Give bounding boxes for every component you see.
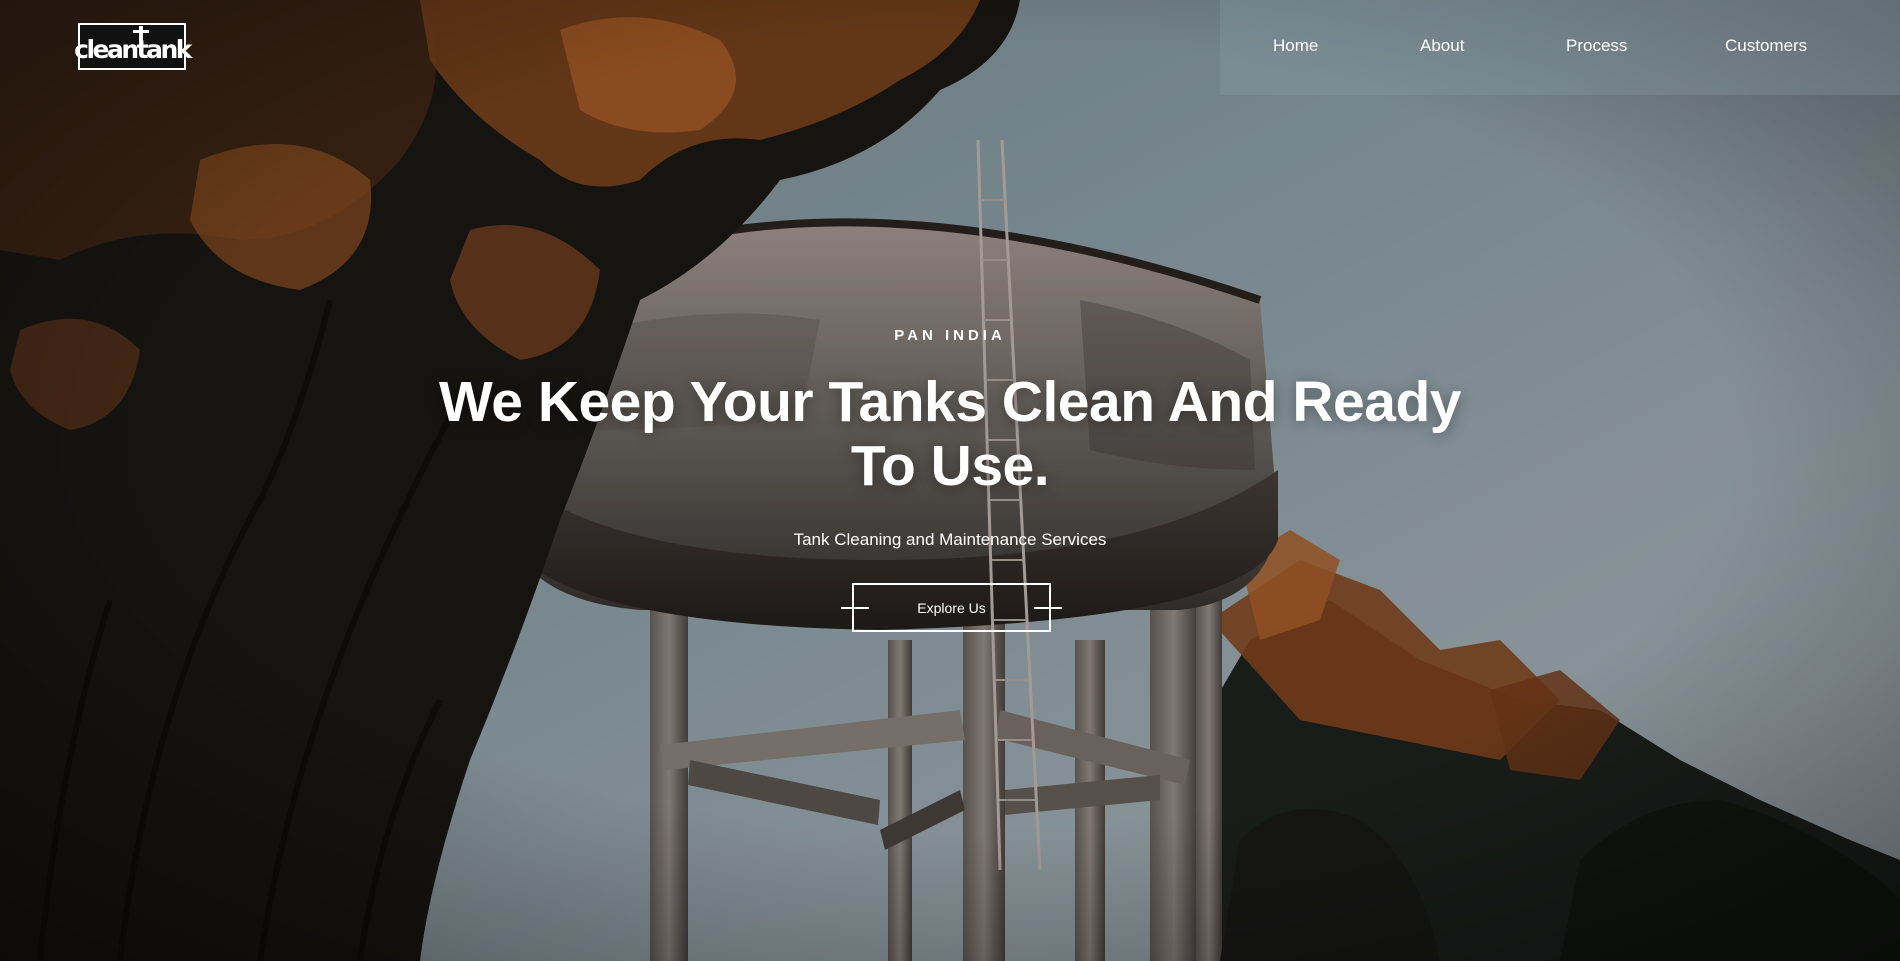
main-nav: Home About Process Customers	[1220, 0, 1900, 95]
hero-headline: We Keep Your Tanks Clean And Ready To Us…	[370, 370, 1530, 498]
hero-subtitle: Tank Cleaning and Maintenance Services	[793, 530, 1107, 549]
top-bar: cleantank Home About Process Customers	[0, 0, 1900, 95]
hero-headline-line-2: To Use.	[850, 434, 1050, 498]
hero-eyebrow: PAN INDIA	[894, 327, 1006, 344]
logo-cross-mark	[139, 26, 143, 42]
button-right-tick	[1034, 607, 1062, 609]
explore-us-button[interactable]: Explore Us	[841, 583, 1062, 632]
nav-item-about[interactable]: About	[1420, 36, 1464, 56]
logo-cross-bar	[133, 30, 149, 33]
nav-item-customers[interactable]: Customers	[1725, 36, 1807, 56]
logo-wordmark: cleantank	[74, 35, 192, 64]
hero-section: cleantank Home About Process Customers P…	[0, 0, 1900, 961]
hero-headline-line-1: We Keep Your Tanks Clean And Ready	[439, 370, 1461, 434]
nav-item-home[interactable]: Home	[1273, 36, 1318, 56]
nav-item-process[interactable]: Process	[1566, 36, 1627, 56]
brand-logo[interactable]: cleantank	[74, 23, 192, 70]
explore-us-label: Explore Us	[917, 599, 986, 616]
